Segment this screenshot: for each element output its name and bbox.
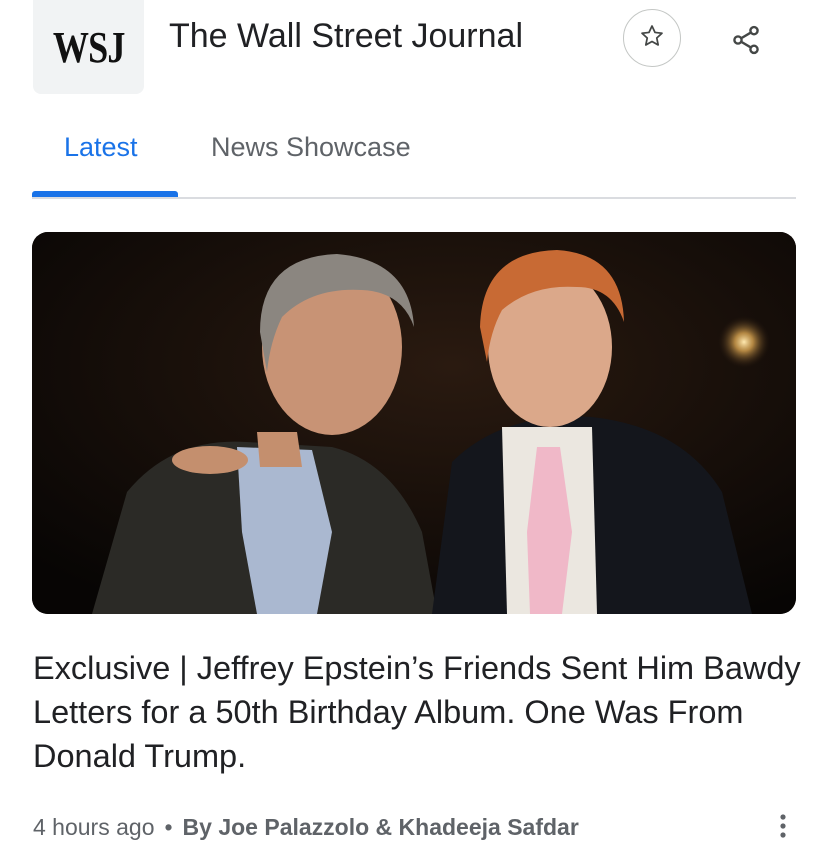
article-time: 4 hours ago (33, 814, 155, 840)
publisher-name: The Wall Street Journal (169, 17, 523, 55)
share-button[interactable] (726, 22, 766, 62)
more-options-button[interactable] (768, 810, 798, 846)
more-vert-icon (779, 813, 787, 844)
article-byline: By Joe Palazzolo & Khadeeja Safdar (182, 814, 579, 840)
tab-bar: Latest News Showcase (32, 112, 796, 200)
share-icon (730, 24, 762, 61)
follow-button[interactable] (623, 9, 681, 67)
publisher-logo[interactable]: WSJ (33, 0, 144, 94)
article-image[interactable] (32, 232, 796, 614)
star-icon (639, 23, 665, 54)
tabs-divider (32, 197, 796, 199)
photo-two-men-in-suits (32, 232, 796, 614)
logo-text: WSJ (52, 22, 126, 72)
article-headline[interactable]: Exclusive | Jeffrey Epstein’s Friends Se… (33, 646, 803, 778)
article-meta: 4 hours ago • By Joe Palazzolo & Khadeeja … (33, 814, 579, 841)
publisher-header: WSJ The Wall Street Journal (0, 0, 828, 100)
meta-separator: • (164, 814, 173, 840)
tab-latest[interactable]: Latest (64, 132, 138, 163)
tab-news-showcase[interactable]: News Showcase (211, 132, 411, 163)
